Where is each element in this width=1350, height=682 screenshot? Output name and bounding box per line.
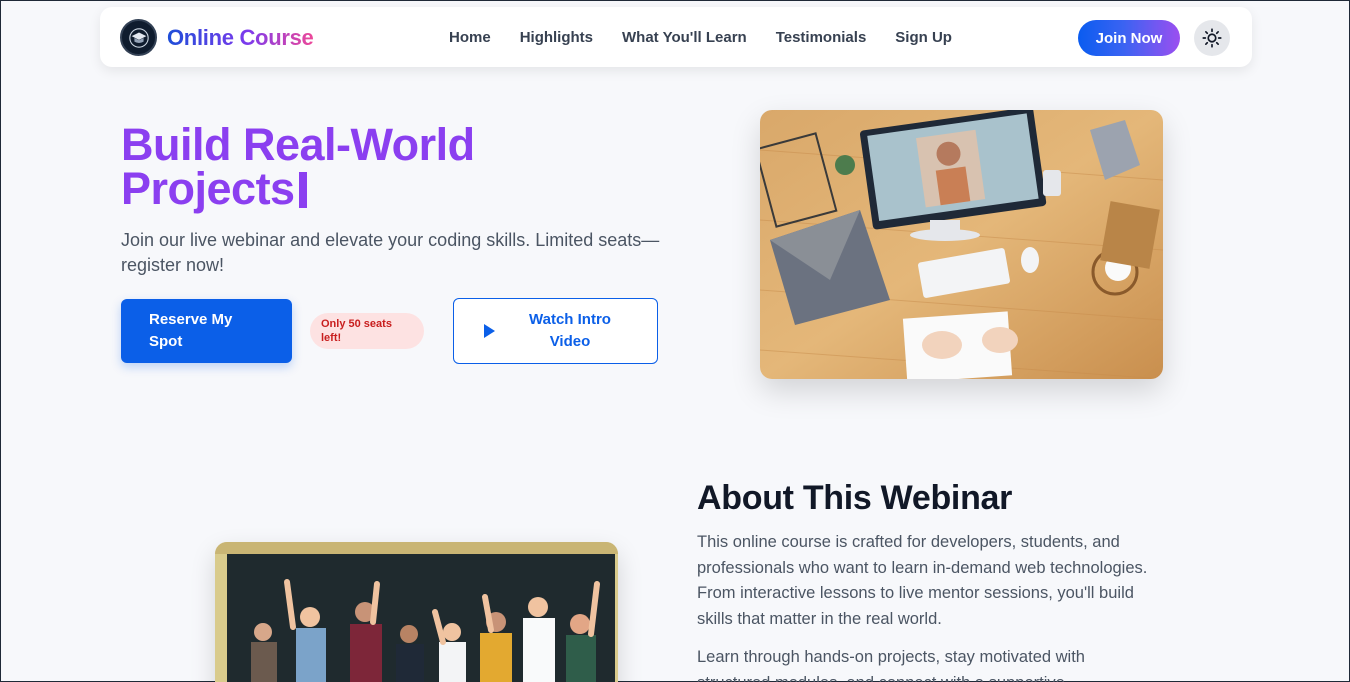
play-icon	[484, 324, 495, 338]
about-title: About This Webinar	[697, 479, 1013, 517]
hero-image	[760, 110, 1163, 379]
nav-link-highlights[interactable]: Highlights	[520, 29, 593, 46]
seats-left-badge: Only 50 seats left!	[310, 313, 424, 349]
about-paragraph-1: This online course is crafted for develo…	[697, 533, 1148, 628]
theme-toggle-button[interactable]	[1194, 20, 1230, 56]
graduation-cap-icon	[120, 19, 157, 56]
reserve-spot-button[interactable]: Reserve My Spot	[121, 299, 292, 363]
about-paragraph-2: Learn through hands-on projects, stay mo…	[697, 648, 1085, 682]
brand-name: Online Course	[167, 24, 314, 50]
hero-subtitle: Join our live webinar and elevate your c…	[121, 230, 660, 275]
nav-link-testimonials[interactable]: Testimonials	[776, 29, 867, 46]
sun-icon	[1202, 28, 1222, 48]
navbar: Online Course Home Highlights What You'l…	[100, 7, 1252, 67]
brand-logo[interactable]: Online Course	[120, 19, 314, 56]
join-now-button[interactable]: Join Now	[1078, 20, 1180, 56]
hero-title: Build Real-World Projects	[121, 122, 641, 211]
team-image	[215, 542, 618, 682]
nav-link-home[interactable]: Home	[449, 29, 491, 46]
watch-intro-label: Watch Intro Video	[529, 311, 611, 350]
nav-links: Home Highlights What You'll Learn Testim…	[449, 29, 952, 46]
watch-intro-button[interactable]: Watch Intro Video	[453, 298, 658, 364]
nav-link-what-youll-learn[interactable]: What You'll Learn	[622, 29, 747, 46]
typing-cursor	[298, 172, 307, 208]
nav-link-sign-up[interactable]: Sign Up	[895, 29, 952, 46]
